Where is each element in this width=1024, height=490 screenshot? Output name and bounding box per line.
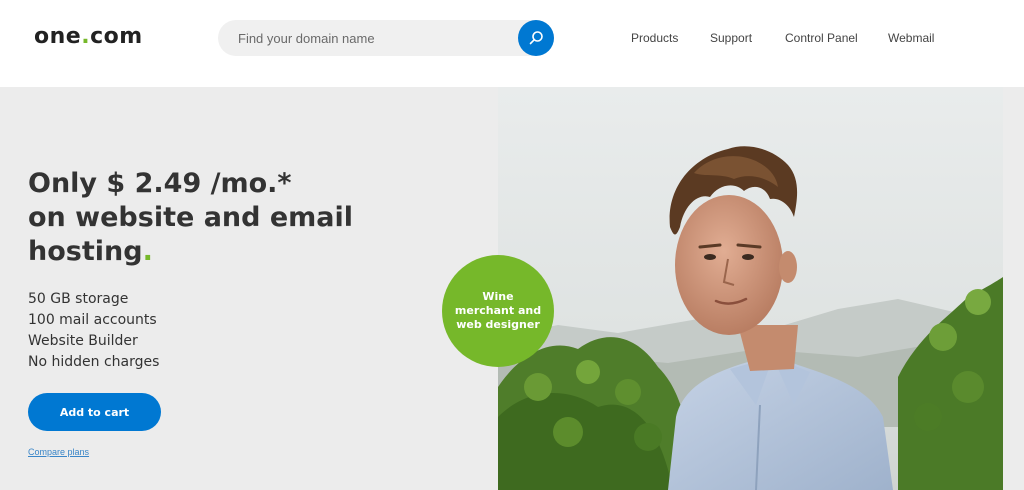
feature-item: 100 mail accounts [28,312,157,328]
headline-hosting-word: hosting [28,236,143,267]
nav-support[interactable]: Support [710,31,752,45]
customer-role-badge: Wine merchant and web designer [442,255,554,367]
headline-dot: . [142,236,153,267]
hero-headline: Only $ 2.49 /mo.* on website and email h… [28,167,428,269]
feature-item: 50 GB storage [28,291,129,307]
search-icon [529,31,543,45]
feature-item: Website Builder [28,333,138,349]
logo[interactable]: one.com [34,24,143,49]
nav-control-panel[interactable]: Control Panel [785,31,858,45]
domain-search-input[interactable] [218,20,518,56]
nav-webmail[interactable]: Webmail [888,31,934,45]
domain-search-bar [218,20,554,56]
feature-item: No hidden charges [28,354,160,370]
nav-products[interactable]: Products [631,31,678,45]
headline-line-hosting: hosting. [28,235,428,269]
feature-list: 50 GB storage 100 mail accounts Website … [28,289,159,373]
logo-dot: . [81,24,91,49]
headline-line-price: Only $ 2.49 /mo.* [28,168,292,199]
compare-plans-link[interactable]: Compare plans [28,447,89,457]
logo-text-left: one [34,24,82,49]
headline-line-offer: on website and email [28,202,354,233]
add-to-cart-button[interactable]: Add to cart [28,393,161,431]
site-header: one.com Products Support Control Panel W… [0,0,1024,87]
logo-text-right: com [90,24,143,49]
search-button[interactable] [518,20,554,56]
man-in-vineyard-photo [498,87,1003,490]
right-edge-strip [1003,87,1024,490]
hero-section: Only $ 2.49 /mo.* on website and email h… [0,87,1024,490]
